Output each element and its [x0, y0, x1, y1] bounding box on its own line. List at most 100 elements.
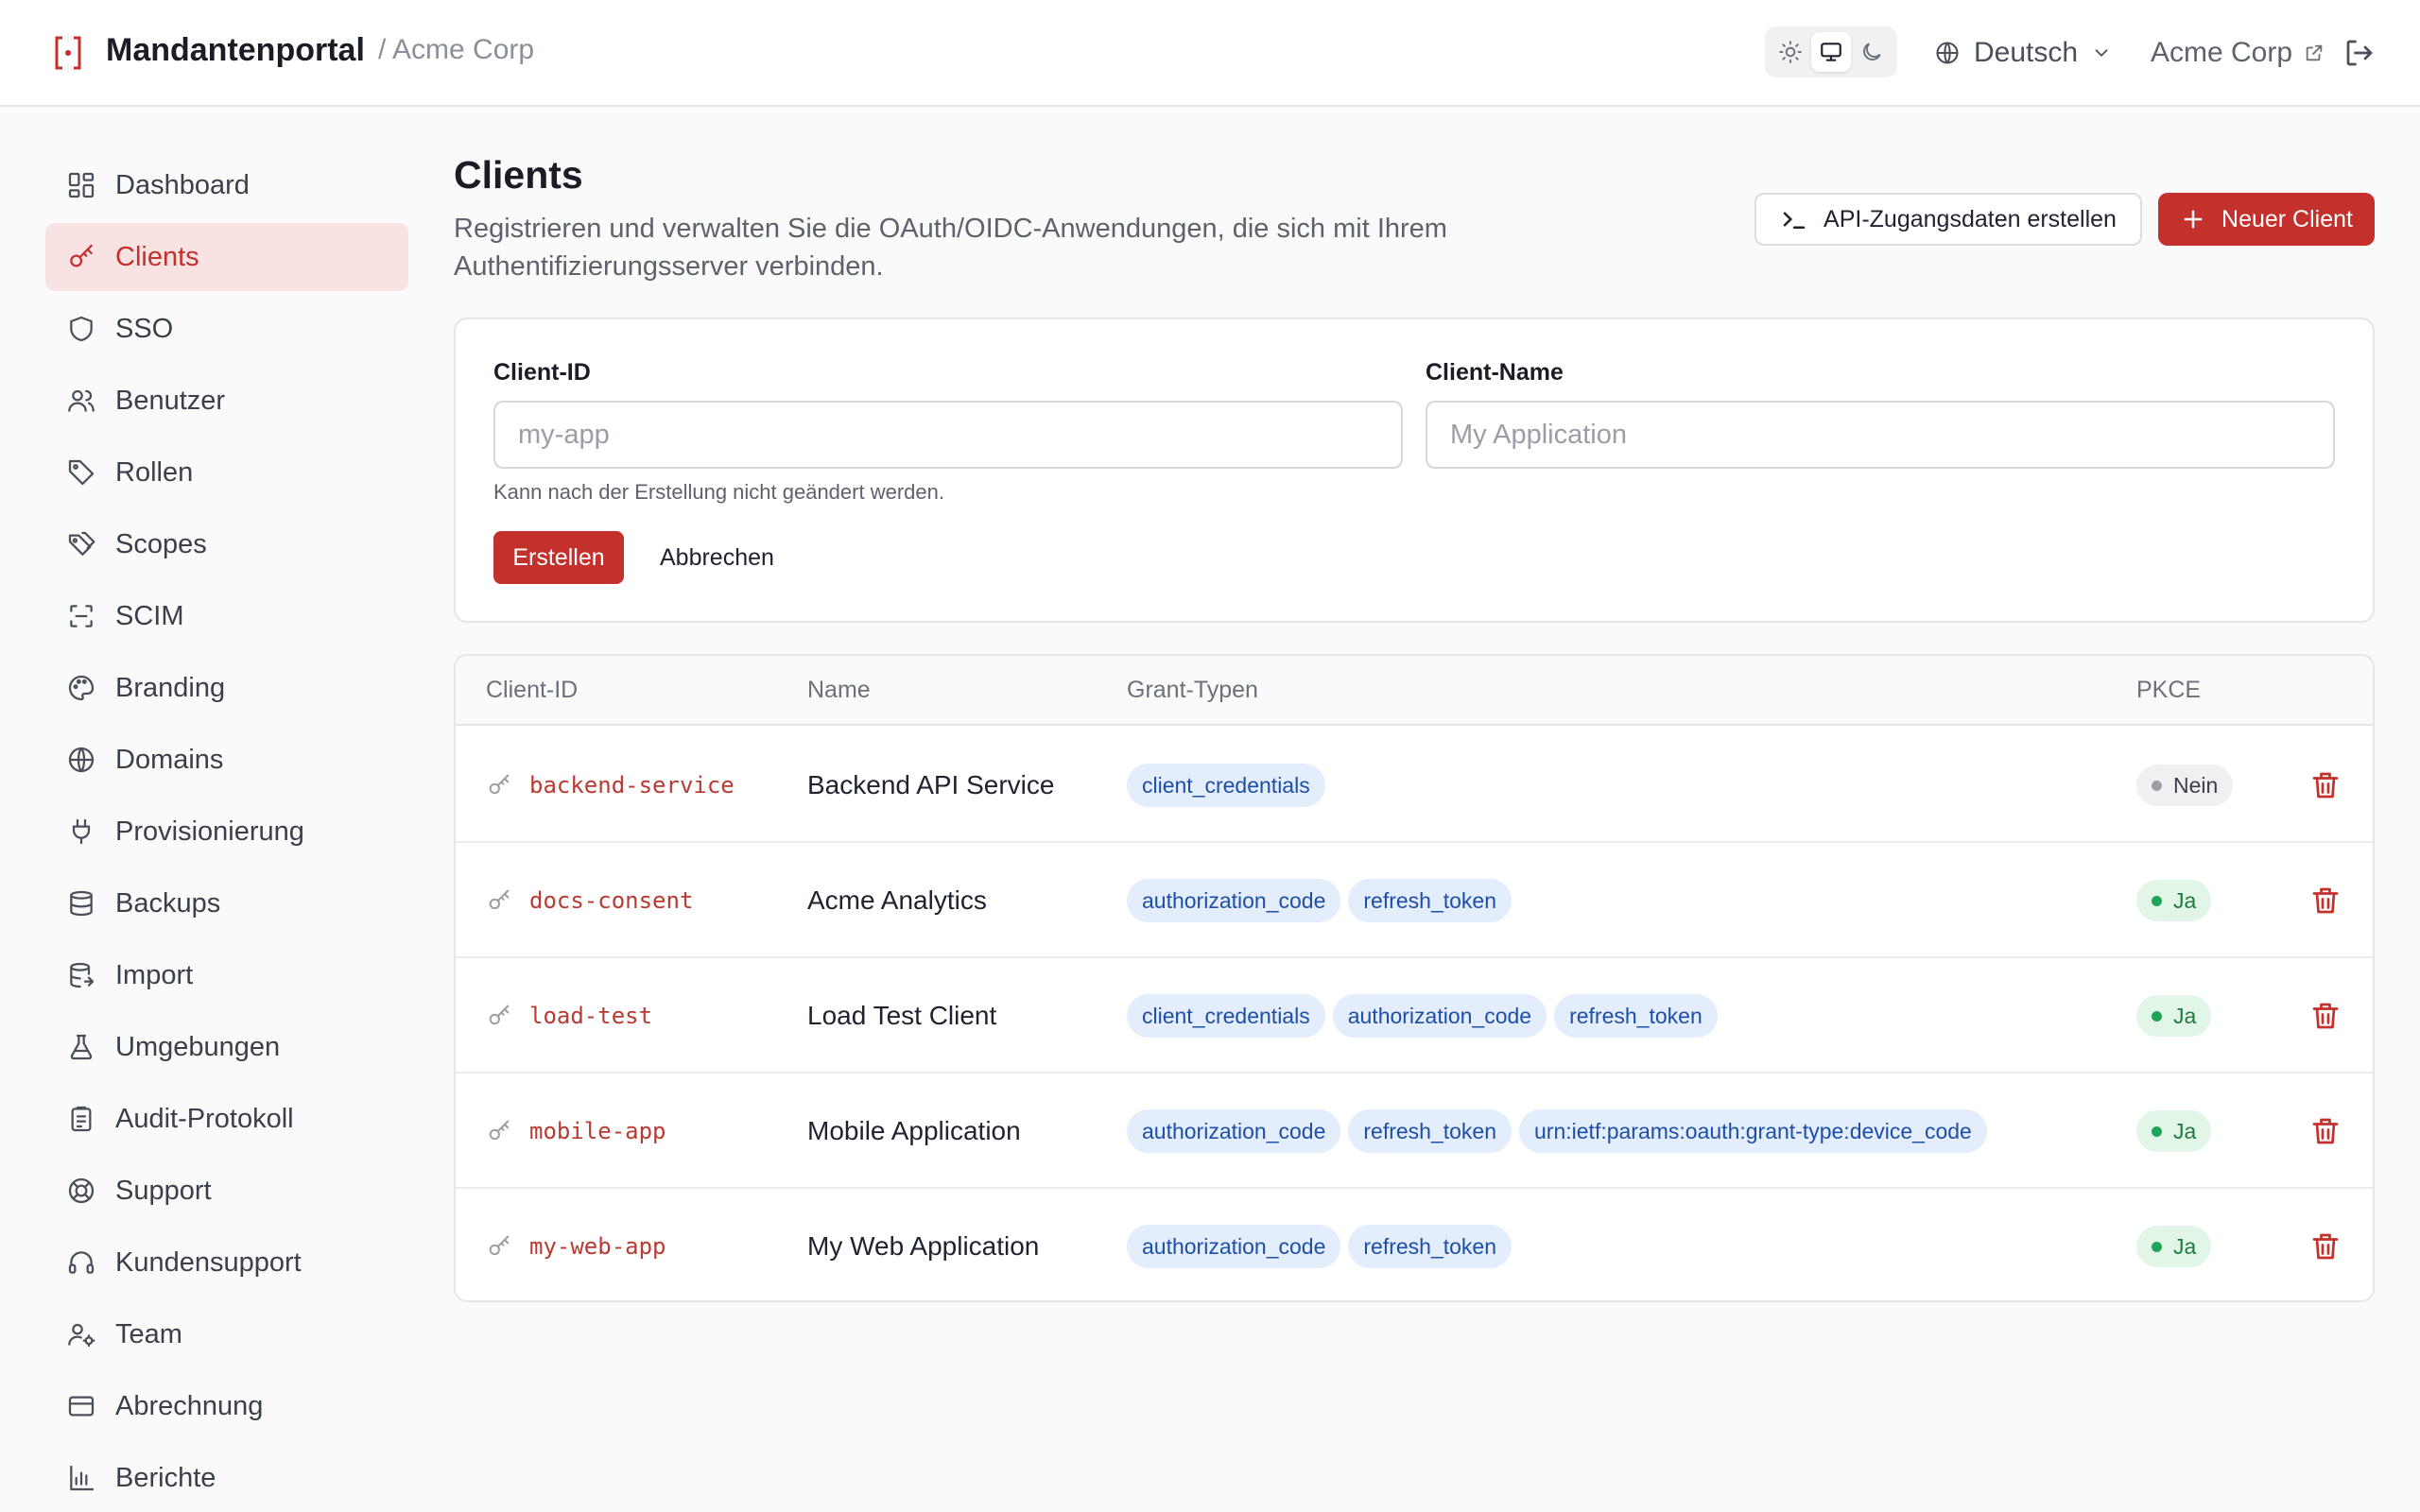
- sidebar-item-rollen[interactable]: Rollen: [45, 438, 408, 507]
- sidebar-item-support[interactable]: Support: [45, 1157, 408, 1225]
- grant-types-cell: authorization_code refresh_token: [1127, 843, 1512, 958]
- logout-icon[interactable]: [2342, 36, 2377, 70]
- pkce-label: Ja: [2173, 1118, 2197, 1143]
- chevron-down-icon: [2095, 49, 2108, 58]
- client-id-cell: backend-service: [486, 728, 735, 843]
- pkce-label: Nein: [2173, 772, 2219, 798]
- clients-table: Client-ID Name Grant-Typen PKCE backend-…: [454, 654, 2375, 1302]
- palette-icon: [68, 675, 95, 701]
- sidebar-item-scim[interactable]: SCIM: [45, 582, 408, 650]
- grant-type-chip: client_credentials: [1127, 994, 1325, 1038]
- sidebar-item-domains[interactable]: Domains: [45, 726, 408, 794]
- sidebar-item-label: Provisionierung: [115, 816, 304, 847]
- client-id-value: my-web-app: [529, 1233, 666, 1260]
- page-title: Clients: [454, 153, 583, 197]
- key-icon: [489, 889, 510, 910]
- pkce-label: Ja: [2173, 887, 2197, 913]
- credit-card-icon: [68, 1396, 95, 1417]
- status-dot: [2152, 780, 2162, 791]
- sidebar-item-benutzer[interactable]: Benutzer: [45, 367, 408, 435]
- terminal-icon: [1783, 212, 1806, 229]
- sidebar-item-provisionierung[interactable]: Provisionierung: [45, 798, 408, 866]
- sidebar-item-dashboard[interactable]: Dashboard: [45, 151, 408, 219]
- sidebar-item-branding[interactable]: Branding: [45, 654, 408, 722]
- client-id-input[interactable]: [493, 401, 1403, 469]
- pkce-badge: Ja: [2136, 995, 2212, 1037]
- table-row[interactable]: my-web-app My Web Application authorizatio…: [456, 1189, 2373, 1300]
- sidebar-item-label: Branding: [115, 672, 226, 703]
- sidebar-item-scopes[interactable]: Scopes: [45, 510, 408, 578]
- theme-switcher: [1765, 26, 1897, 77]
- table-row[interactable]: backend-service Backend API Service client…: [456, 728, 2373, 843]
- grant-type-chip: authorization_code: [1127, 879, 1341, 922]
- sidebar-item-import[interactable]: Import: [45, 941, 408, 1009]
- grant-type-chip: refresh_token: [1348, 1109, 1512, 1153]
- key-icon: [489, 1120, 510, 1141]
- plus-icon: [2184, 210, 2203, 229]
- sidebar-item-label: Kundensupport: [115, 1246, 302, 1278]
- database-icon: [70, 890, 93, 917]
- column-grant-types: Grant-Typen: [1127, 677, 1258, 703]
- table-row[interactable]: mobile-app Mobile Application authorizatio…: [456, 1074, 2373, 1189]
- pkce-label: Ja: [2173, 1003, 2197, 1028]
- grant-type-chip: client_credentials: [1127, 764, 1325, 807]
- breadcrumb-org: / Acme Corp: [378, 34, 535, 65]
- sidebar-item-berichte[interactable]: Berichte: [45, 1444, 408, 1512]
- trash-icon[interactable]: [2308, 1229, 2342, 1263]
- create-button[interactable]: Erstellen: [493, 531, 624, 584]
- app-name[interactable]: Mandantenportal: [106, 32, 365, 69]
- cancel-button[interactable]: Abbrechen: [660, 544, 774, 572]
- client-id-label: Client-ID: [493, 359, 591, 386]
- client-id-value: backend-service: [529, 772, 735, 799]
- page-subtitle: Registrieren und verwalten Sie die OAuth…: [454, 214, 1447, 282]
- pkce-badge: Ja: [2136, 1110, 2212, 1152]
- trash-icon[interactable]: [2308, 1114, 2342, 1148]
- grant-type-chip: refresh_token: [1554, 994, 1718, 1038]
- sidebar-item-abrechnung[interactable]: Abrechnung: [45, 1372, 408, 1440]
- create-api-credentials-button[interactable]: API-Zugangsdaten erstellen: [1754, 193, 2142, 246]
- sidebar-item-label: Audit-Protokoll: [115, 1103, 294, 1134]
- grant-type-chip: refresh_token: [1348, 879, 1512, 922]
- pkce-cell: Ja: [2136, 1074, 2212, 1189]
- language-selector[interactable]: Deutsch: [1934, 28, 2112, 77]
- lifebuoy-icon: [68, 1177, 95, 1204]
- pkce-badge: Ja: [2136, 880, 2212, 921]
- trash-icon[interactable]: [2308, 884, 2342, 918]
- light-theme-button[interactable]: [1771, 32, 1810, 72]
- client-id-value: docs-consent: [529, 887, 694, 914]
- sidebar-item-label: Import: [115, 959, 194, 990]
- org-name: Acme Corp: [2151, 37, 2293, 68]
- client-name-cell: Acme Analytics: [807, 885, 987, 915]
- system-theme-button[interactable]: [1810, 32, 1851, 72]
- pkce-label: Ja: [2173, 1233, 2197, 1259]
- sidebar-item-clients[interactable]: Clients: [45, 223, 408, 291]
- status-dot: [2152, 1010, 2162, 1022]
- status-dot: [2152, 1125, 2162, 1137]
- pkce-cell: Nein: [2136, 728, 2234, 843]
- trash-icon[interactable]: [2308, 768, 2342, 802]
- client-name-input[interactable]: [1426, 401, 2335, 469]
- sidebar-item-label: Abrechnung: [115, 1390, 264, 1421]
- dark-theme-button[interactable]: [1852, 32, 1892, 72]
- org-link[interactable]: Acme Corp: [2151, 28, 2325, 77]
- client-id-cell: mobile-app: [486, 1074, 666, 1189]
- key-icon: [70, 244, 93, 267]
- sidebar-item-label: Umgebungen: [115, 1031, 281, 1062]
- sidebar-item-kundensupport[interactable]: Kundensupport: [45, 1228, 408, 1297]
- table-row[interactable]: load-test Load Test Client client_credenti…: [456, 958, 2373, 1074]
- language-label: Deutsch: [1974, 37, 2079, 68]
- trash-icon[interactable]: [2308, 999, 2342, 1033]
- sidebar-item-label: Support: [115, 1175, 212, 1206]
- grant-types-cell: authorization_code refresh_token: [1127, 1189, 1512, 1300]
- tag-icon: [68, 459, 95, 486]
- sidebar-item-sso[interactable]: SSO: [45, 295, 408, 363]
- table-header: Client-ID Name Grant-Typen PKCE: [456, 656, 2373, 726]
- client-name-label: Client-Name: [1426, 359, 1564, 386]
- sidebar-item-audit-protokoll[interactable]: Audit-Protokoll: [45, 1085, 408, 1153]
- sidebar-item-label: Scopes: [115, 528, 207, 559]
- new-client-button[interactable]: Neuer Client: [2158, 193, 2375, 246]
- sidebar-item-umgebungen[interactable]: Umgebungen: [45, 1013, 408, 1081]
- sidebar-item-team[interactable]: Team: [45, 1300, 408, 1368]
- table-row[interactable]: docs-consent Acme Analytics authorization_…: [456, 843, 2373, 958]
- sidebar-item-backups[interactable]: Backups: [45, 869, 408, 937]
